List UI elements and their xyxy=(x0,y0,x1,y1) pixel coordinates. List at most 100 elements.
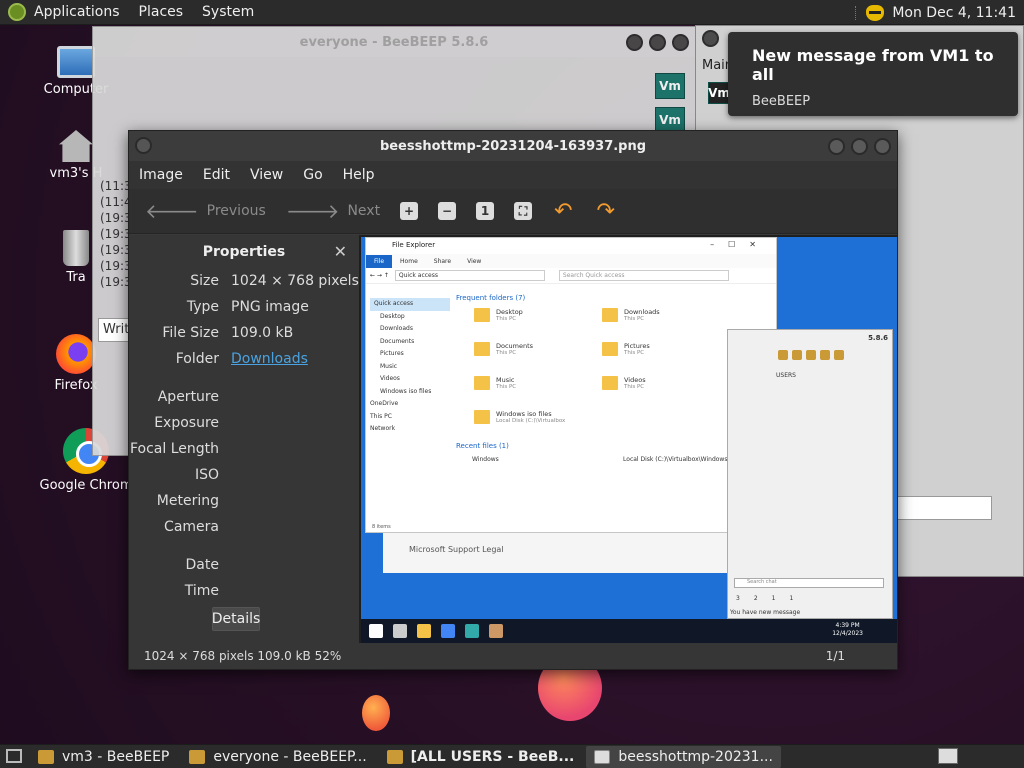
minimize-button[interactable] xyxy=(626,34,643,51)
fe-folder: Windows iso files Local Disk (C:)\Virtual… xyxy=(474,410,602,432)
fe-folder-sub: This PC xyxy=(624,350,645,356)
close-button[interactable] xyxy=(874,138,891,155)
close-panel-icon[interactable]: ✕ xyxy=(334,242,347,261)
taskbar-item[interactable]: [ALL USERS - BeeB... xyxy=(379,746,583,768)
property-row: Folder Downloads xyxy=(129,351,359,371)
property-row: Date xyxy=(129,557,359,577)
property-key: File Size xyxy=(162,325,219,341)
property-key: Camera xyxy=(164,519,219,535)
fe-folder-name: Desktop xyxy=(496,308,523,316)
previous-button[interactable]: 🡐 Previous xyxy=(139,195,272,227)
property-key: Size xyxy=(190,273,219,289)
close-button[interactable] xyxy=(672,34,689,51)
property-value: 1024 × 768 pixels xyxy=(231,273,359,289)
app-icon xyxy=(465,624,479,638)
applications-menu[interactable]: Applications xyxy=(34,4,120,20)
next-label: Next xyxy=(347,203,381,219)
properties-title: Properties xyxy=(202,244,286,260)
fe-ribbon-tab: File xyxy=(366,254,393,268)
maximize-button[interactable] xyxy=(649,34,666,51)
chat-input[interactable] xyxy=(896,496,992,520)
folder-icon xyxy=(474,342,490,356)
taskbar-item[interactable]: vm3 - BeeBEEP xyxy=(30,746,177,768)
beebeep-icon xyxy=(489,624,503,638)
zoom-out-icon[interactable]: − xyxy=(438,202,457,220)
window-menu-button[interactable] xyxy=(702,30,719,47)
taskbar-label: everyone - BeeBEEP... xyxy=(213,748,367,765)
fe-folder-name: Music xyxy=(496,376,515,384)
menu-view[interactable]: View xyxy=(250,167,283,183)
windows-clock: 4:39 PM 12/4/2023 xyxy=(832,622,863,638)
menu-image[interactable]: Image xyxy=(139,167,183,183)
top-menu: Applications Places System xyxy=(0,3,273,21)
system-menu[interactable]: System xyxy=(202,4,254,20)
arrow-right-icon: 🡒 xyxy=(285,199,340,223)
fe-nav-item: Pictures xyxy=(380,350,404,357)
menu-edit[interactable]: Edit xyxy=(203,167,230,183)
property-value: 109.0 kB xyxy=(231,325,294,341)
fe-folder: Videos This PC xyxy=(602,376,730,398)
property-row: ISO xyxy=(129,467,359,487)
windows-taskbar: 4:39 PM 12/4/2023 xyxy=(361,619,897,643)
folder-link[interactable]: Downloads xyxy=(231,351,308,367)
menu-bar: Image Edit View Go Help xyxy=(129,161,897,189)
trash-icon xyxy=(63,230,89,266)
fe-nav-item: Music xyxy=(380,362,398,370)
beebeep-tray-icon[interactable] xyxy=(866,4,885,21)
workspace-switcher-icon[interactable] xyxy=(938,748,958,764)
zoom-fit-icon[interactable]: ⛶ xyxy=(514,202,533,220)
desktop-icon-label: Google Chrom xyxy=(39,478,133,493)
previous-label: Previous xyxy=(206,203,266,219)
window-controls xyxy=(626,34,689,51)
window-titlebar[interactable]: beesshottmp-20231204-163937.png xyxy=(129,131,897,161)
zoom-normal-icon[interactable]: 1 xyxy=(476,202,495,220)
folder-icon xyxy=(474,308,490,322)
arrow-left-icon: 🡐 xyxy=(145,199,199,223)
fe-folder-sub: This PC xyxy=(624,384,645,390)
beebeep-icon xyxy=(38,749,54,764)
file-explorer-window: File Explorer –☐✕ File Home Share View ←… xyxy=(365,237,777,533)
taskbar-label: [ALL USERS - BeeB... xyxy=(410,748,575,765)
toolbar: 🡐 Previous 🡒 Next + − 1 ⛶ ↶ ↷ xyxy=(129,189,897,234)
zoom-in-icon[interactable]: + xyxy=(400,202,419,220)
window-menu-button[interactable] xyxy=(135,137,152,154)
notification-popup[interactable]: New message from VM1 to all BeeBEEP xyxy=(728,32,1018,116)
vm-avatar-icon[interactable]: Vm xyxy=(655,73,685,99)
fe-folder-sub: This PC xyxy=(496,384,517,390)
show-desktop-icon[interactable] xyxy=(6,749,22,763)
maximize-button[interactable] xyxy=(851,138,868,155)
minimize-button[interactable] xyxy=(828,138,845,155)
fe-recent-name: Windows xyxy=(472,456,499,463)
image-viewer-window[interactable]: beesshottmp-20231204-163937.png Image Ed… xyxy=(128,130,898,670)
distro-logo-icon[interactable] xyxy=(8,3,26,21)
rotate-right-icon[interactable]: ↷ xyxy=(597,199,615,224)
clock[interactable]: Mon Dec 4, 11:41 xyxy=(892,5,1016,21)
window-titlebar[interactable]: everyone - BeeBEEP 5.8.6 xyxy=(93,27,695,57)
places-menu[interactable]: Places xyxy=(139,4,184,20)
fe-folder-name: Windows iso files xyxy=(496,410,552,418)
fe-folder-name: Downloads xyxy=(624,308,660,316)
explorer-icon xyxy=(417,624,431,638)
taskbar-item[interactable]: everyone - BeeBEEP... xyxy=(181,746,374,768)
folder-icon xyxy=(602,376,618,390)
vm-avatar-icon[interactable]: Vm xyxy=(708,82,730,104)
displayed-screenshot: Microsoft Support Legal File Explorer –☐… xyxy=(361,237,897,643)
fe-folder: Downloads This PC xyxy=(602,308,730,330)
fe-folder-name: Pictures xyxy=(624,342,650,350)
fe-status-bar: 8 items xyxy=(372,524,391,530)
properties-panel: Properties ✕ Size 1024 × 768 pixels Type… xyxy=(129,235,359,645)
fe-titlebar: File Explorer –☐✕ xyxy=(366,238,776,254)
property-key: Folder xyxy=(175,351,219,367)
next-button[interactable]: 🡒 Next xyxy=(280,195,386,227)
window-title: beesshottmp-20231204-163937.png xyxy=(379,138,647,154)
tray: Mon Dec 4, 11:41 xyxy=(855,0,1016,25)
image-canvas[interactable]: Microsoft Support Legal File Explorer –☐… xyxy=(359,235,897,645)
details-button[interactable]: Details xyxy=(212,607,260,631)
menu-help[interactable]: Help xyxy=(343,167,375,183)
chrome-icon xyxy=(441,624,455,638)
menu-go[interactable]: Go xyxy=(303,167,322,183)
rotate-left-icon[interactable]: ↶ xyxy=(554,199,572,224)
window-controls xyxy=(828,138,891,155)
taskbar-item[interactable]: beesshottmp-20231... xyxy=(586,745,781,768)
fe-nav-item: Downloads xyxy=(380,325,413,332)
